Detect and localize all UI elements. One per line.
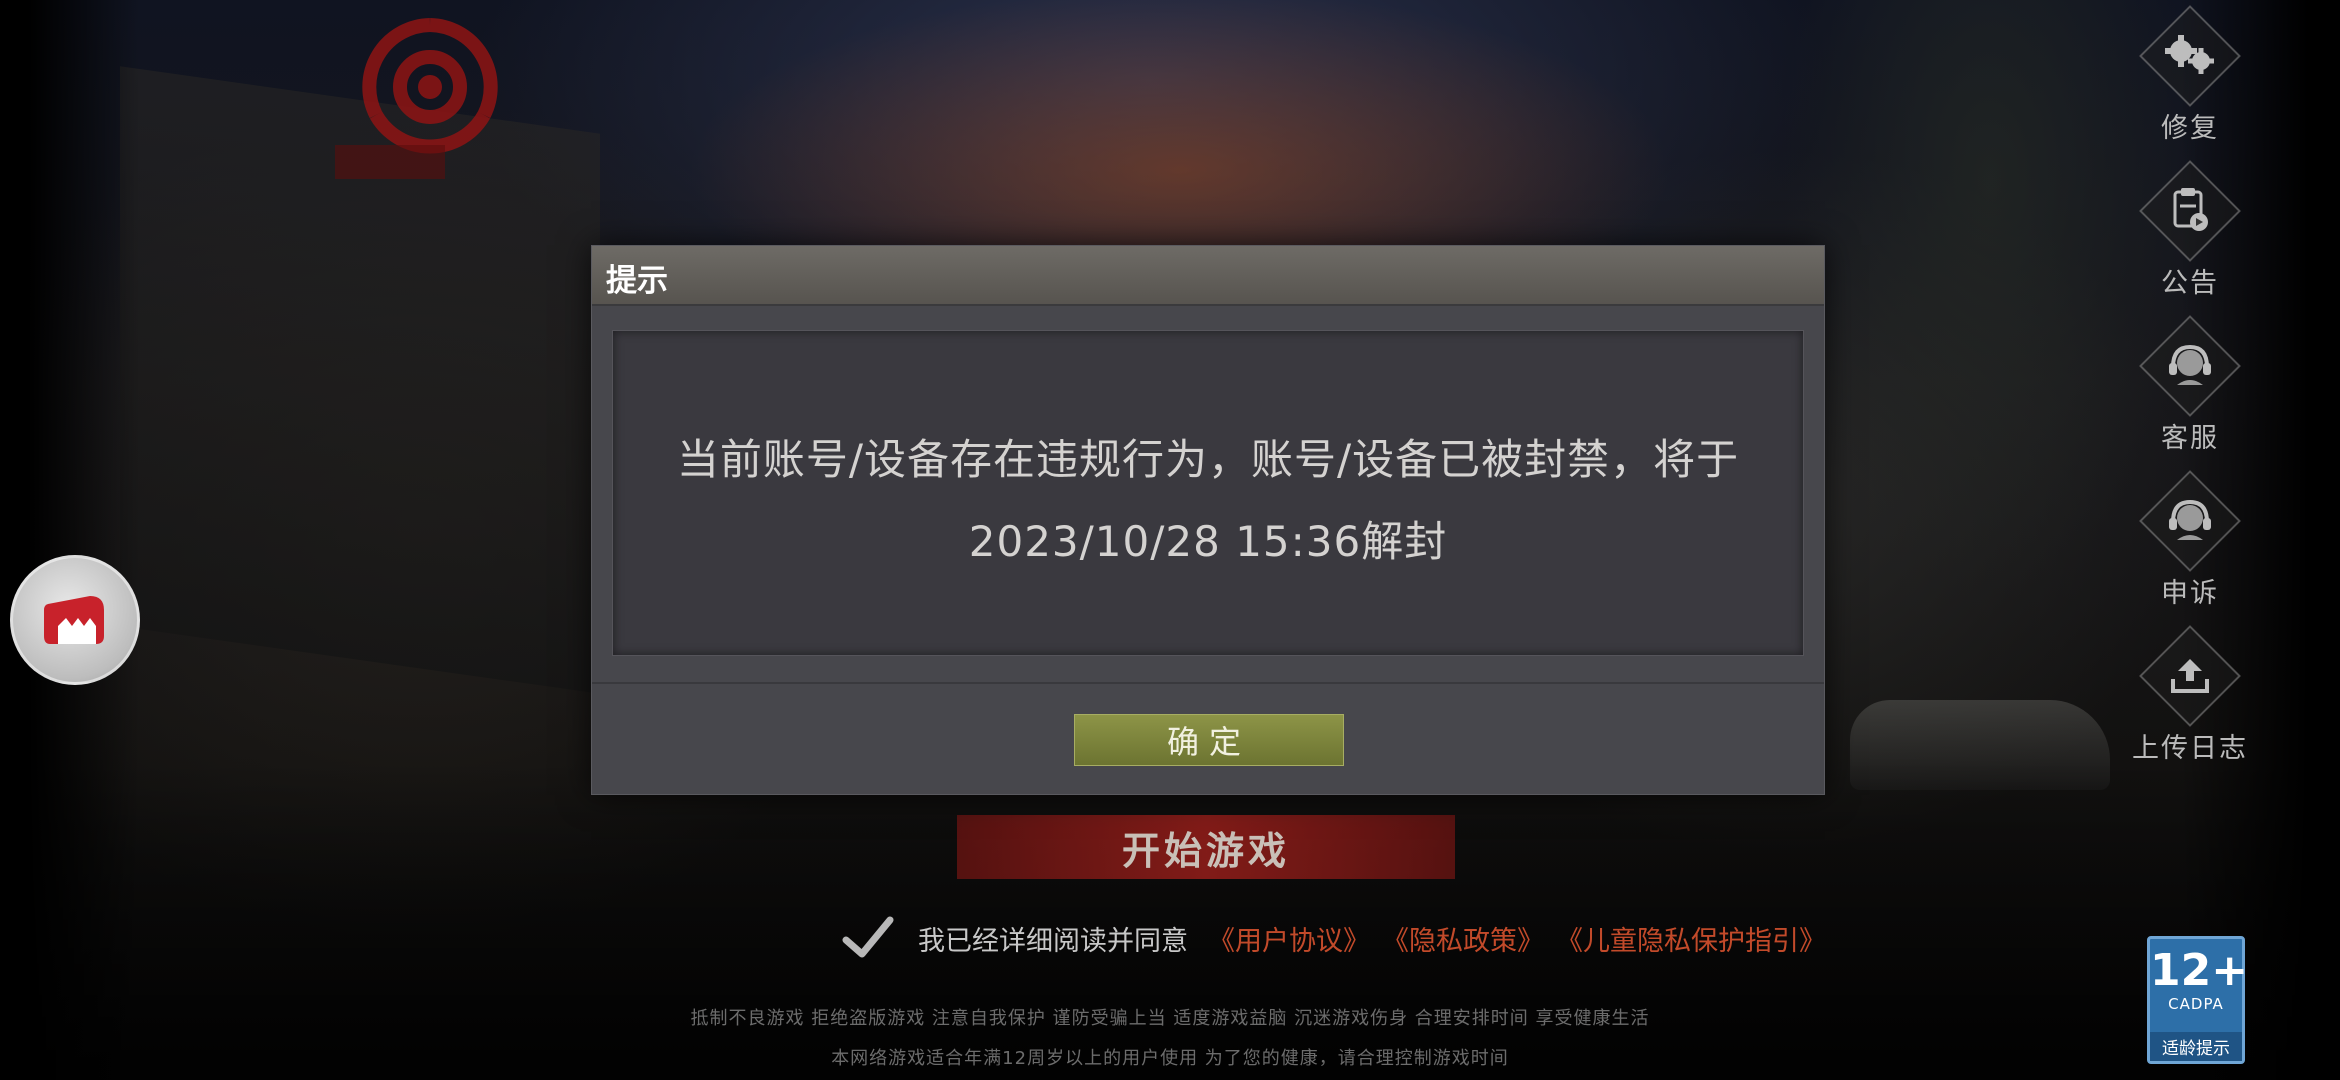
dialog-message: 当前账号/设备存在违规行为，账号/设备已被封禁，将于2023/10/28 15:… [676, 435, 1740, 566]
age-rating: 12+ [2150, 945, 2249, 996]
side-menu-upload-log[interactable]: 上传日志 [2125, 625, 2255, 765]
gear-icon [2165, 35, 2214, 74]
upload-icon [2171, 659, 2209, 693]
side-menu-announcement[interactable]: 公告 [2135, 160, 2245, 300]
side-menu-appeal[interactable]: 申诉 [2135, 470, 2245, 610]
checkmark-icon[interactable] [840, 910, 896, 966]
confirm-button[interactable]: 确定 [1074, 714, 1344, 766]
side-menu-label: 修复 [2161, 113, 2219, 144]
dialog-header: 提示 [592, 246, 1824, 306]
game-logo [200, 5, 540, 205]
side-menu-label: 客服 [2161, 423, 2219, 454]
start-game-button[interactable]: 开始游戏 [957, 815, 1455, 879]
headset-icon [2169, 344, 2211, 385]
side-menu-label: 公告 [2161, 268, 2219, 299]
monster-mouth-icon [44, 596, 104, 644]
health-notice-line-2: 本网络游戏适合年满12周岁以上的用户使用 为了您的健康，请合理控制游戏时间 [831, 1048, 1509, 1069]
side-menu-label: 上传日志 [2132, 733, 2248, 764]
age-rating-org: CADPA [2168, 995, 2224, 1013]
biohazard-icon [335, 18, 498, 179]
privacy-policy-link[interactable]: 《隐私政策》 [1382, 919, 1544, 958]
floating-assistant-button[interactable] [10, 555, 140, 685]
side-menu-label: 申诉 [2161, 578, 2219, 609]
age-rating-badge[interactable]: 12+ CADPA 适龄提示 [2147, 936, 2249, 1064]
agreement-text: 我已经详细阅读并同意 [918, 925, 1188, 957]
dialog-title: 提示 [606, 263, 668, 299]
health-notice-line-1: 抵制不良游戏 拒绝盗版游戏 注意自我保护 谨防受骗上当 适度游戏益脑 沉迷游戏伤… [690, 1008, 1650, 1029]
dialog-divider [592, 682, 1824, 684]
ban-notice-dialog: 提示 当前账号/设备存在违规行为，账号/设备已被封禁，将于2023/10/28 … [591, 245, 1825, 795]
vignette-left [0, 0, 140, 1080]
dialog-message-box: 当前账号/设备存在违规行为，账号/设备已被封禁，将于2023/10/28 15:… [612, 330, 1804, 656]
user-agreement-link[interactable]: 《用户协议》 [1208, 919, 1370, 958]
announcement-icon [2173, 188, 2208, 231]
age-rating-tip: 适龄提示 [2150, 1032, 2242, 1061]
headset-icon [2169, 499, 2211, 540]
side-menu-customer-service[interactable]: 客服 [2135, 315, 2245, 455]
side-menu-repair[interactable]: 修复 [2135, 5, 2245, 145]
child-privacy-link[interactable]: 《儿童隐私保护指引》 [1556, 919, 1826, 958]
agreement-row: 我已经详细阅读并同意 《用户协议》 《隐私政策》 《儿童隐私保护指引》 [840, 910, 1838, 966]
